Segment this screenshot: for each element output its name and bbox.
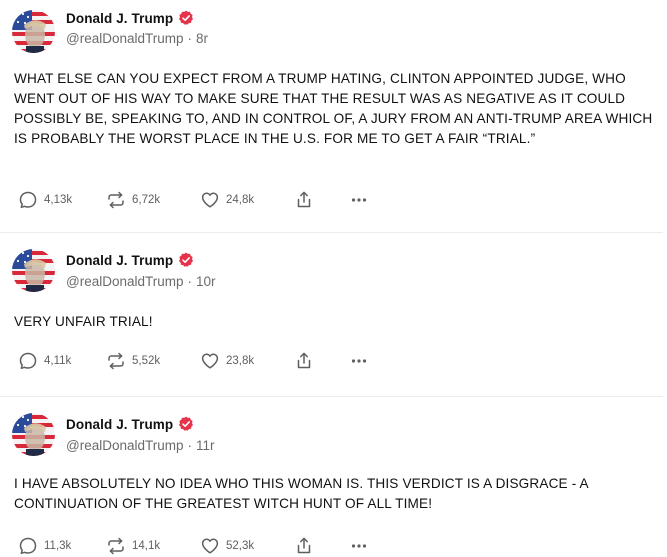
retruth-count: 6,72k	[132, 194, 161, 206]
more-dots-icon	[349, 351, 369, 371]
like-count: 52,3k	[226, 540, 255, 552]
like-button[interactable]: 52,3k	[200, 535, 254, 557]
avatar[interactable]	[12, 249, 55, 292]
like-button[interactable]: 23,8k	[200, 350, 254, 372]
like-count: 23,8k	[226, 355, 255, 367]
share-icon	[294, 351, 314, 371]
post-1[interactable]: Donald J. Trump @realDonaldTrump · 8r WHAT…	[0, 0, 667, 232]
more-options-button[interactable]	[349, 350, 369, 372]
like-count: 24,8k	[226, 194, 255, 206]
author-row: Donald J. Trump	[66, 414, 194, 434]
retruth-button[interactable]: 14,1k	[106, 535, 160, 557]
retruth-button[interactable]: 6,72k	[106, 189, 160, 211]
post-time[interactable]: 11r	[196, 438, 215, 453]
post-text: VERY UNFAIR TRIAL!	[14, 314, 153, 329]
author-row: Donald J. Trump	[66, 8, 194, 28]
more-options-button[interactable]	[349, 189, 369, 211]
author-row: Donald J. Trump	[66, 250, 194, 270]
reply-button[interactable]: 4,11k	[18, 350, 71, 372]
share-button[interactable]	[294, 535, 314, 557]
reply-count: 4,11k	[44, 355, 72, 367]
post-time[interactable]: 8r	[196, 31, 208, 46]
post-time[interactable]: 10r	[196, 274, 216, 289]
reply-button[interactable]: 4,13k	[18, 189, 72, 211]
retruth-count: 14,1k	[132, 540, 161, 552]
retruth-button[interactable]: 5,52k	[106, 350, 160, 372]
post-text: I HAVE ABSOLUTELY NO IDEA WHO THIS WOMAN…	[14, 476, 589, 511]
heart-icon	[200, 190, 220, 210]
more-options-button[interactable]	[349, 535, 369, 557]
more-dots-icon	[349, 536, 369, 556]
meta-separator: ·	[187, 274, 193, 289]
author-handle[interactable]: @realDonaldTrump	[66, 31, 184, 46]
post-meta: @realDonaldTrump · 10r	[66, 274, 216, 289]
reply-button[interactable]: 11,3k	[18, 535, 71, 557]
post-2[interactable]: Donald J. Trump @realDonaldTrump · 10r VER…	[0, 233, 667, 396]
share-icon	[294, 536, 314, 556]
author-name[interactable]: Donald J. Trump	[66, 417, 173, 432]
share-button[interactable]	[294, 189, 314, 211]
reply-icon	[18, 190, 38, 210]
meta-separator: ·	[187, 31, 193, 46]
like-button[interactable]: 24,8k	[200, 189, 254, 211]
author-name[interactable]: Donald J. Trump	[66, 11, 173, 26]
verified-badge-icon	[178, 416, 194, 432]
more-dots-icon	[349, 190, 369, 210]
verified-badge-icon	[178, 252, 194, 268]
post-meta: @realDonaldTrump · 11r	[66, 438, 215, 453]
retruth-icon	[106, 536, 126, 556]
post-3[interactable]: Donald J. Trump @realDonaldTrump · 11r I H…	[0, 397, 667, 556]
meta-separator: ·	[187, 438, 193, 453]
reply-count: 4,13k	[44, 194, 73, 206]
reply-icon	[18, 536, 38, 556]
avatar[interactable]	[12, 413, 55, 456]
reply-count: 11,3k	[44, 540, 72, 552]
retruth-icon	[106, 351, 126, 371]
heart-icon	[200, 351, 220, 371]
flag-portrait-avatar-icon	[12, 10, 55, 53]
retruth-count: 5,52k	[132, 355, 161, 367]
heart-icon	[200, 536, 220, 556]
post-meta: @realDonaldTrump · 8r	[66, 31, 208, 46]
flag-portrait-avatar-icon	[12, 249, 55, 292]
author-handle[interactable]: @realDonaldTrump	[66, 438, 184, 453]
flag-portrait-avatar-icon	[12, 413, 55, 456]
avatar[interactable]	[12, 10, 55, 53]
author-handle[interactable]: @realDonaldTrump	[66, 274, 184, 289]
share-button[interactable]	[294, 350, 314, 372]
share-icon	[294, 190, 314, 210]
reply-icon	[18, 351, 38, 371]
post-text: WHAT ELSE CAN YOU EXPECT FROM A TRUMP HA…	[14, 71, 653, 146]
author-name[interactable]: Donald J. Trump	[66, 253, 173, 268]
verified-badge-icon	[178, 10, 194, 26]
retruth-icon	[106, 190, 126, 210]
